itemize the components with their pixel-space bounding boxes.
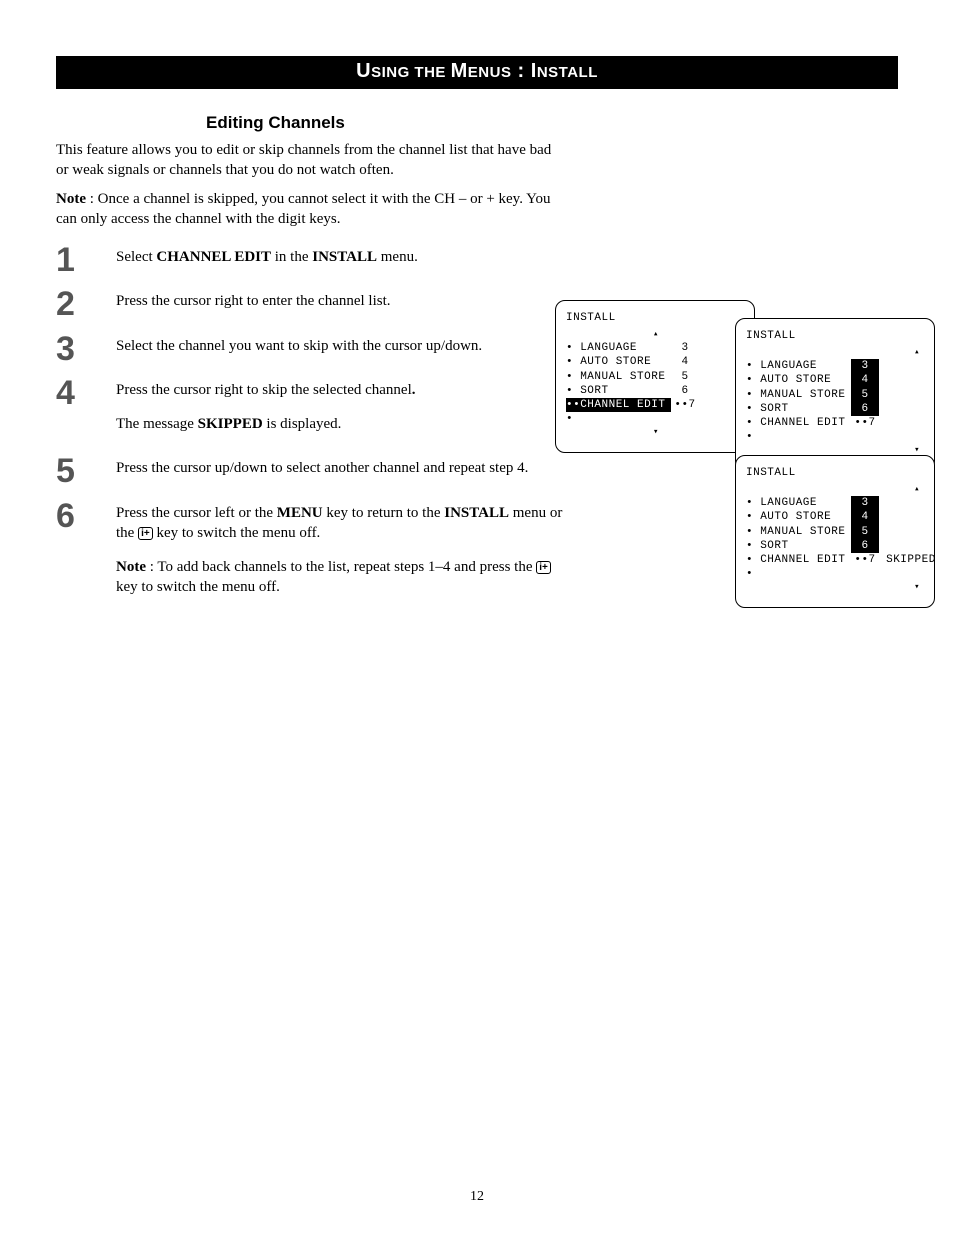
step-6: 6 Press the cursor left or the MENU key … bbox=[56, 499, 566, 612]
osd-screen-1: INSTALL ▴ • LANGUAGE3 • AUTO STORE4 • MA… bbox=[555, 300, 755, 453]
steps-list: 1 Select CHANNEL EDIT in the INSTALL men… bbox=[56, 243, 566, 612]
step-1: 1 Select CHANNEL EDIT in the INSTALL men… bbox=[56, 243, 566, 281]
info-icon: i+ bbox=[138, 527, 153, 540]
step-5: 5 Press the cursor up/down to select ano… bbox=[56, 454, 566, 492]
step-number: 5 bbox=[56, 454, 116, 488]
title-word-U: U bbox=[356, 60, 371, 82]
intro-paragraph-1: This feature allows you to edit or skip … bbox=[56, 141, 566, 180]
info-icon: i+ bbox=[536, 561, 551, 574]
intro-block: This feature allows you to edit or skip … bbox=[56, 141, 566, 229]
step-3: 3 Select the channel you want to skip wi… bbox=[56, 332, 566, 370]
step-number: 3 bbox=[56, 332, 116, 366]
step-number: 1 bbox=[56, 243, 116, 277]
step-number: 4 bbox=[56, 376, 116, 410]
step-number: 6 bbox=[56, 499, 116, 533]
step-4: 4 Press the cursor right to skip the sel… bbox=[56, 376, 566, 449]
step-2: 2 Press the cursor right to enter the ch… bbox=[56, 287, 566, 325]
osd-screen-3: INSTALL ▴ • LANGUAGE3 • AUTO STORE4 • MA… bbox=[735, 455, 935, 608]
osd-screen-2: INSTALL ▴ • LANGUAGE3 • AUTO STORE4 • MA… bbox=[735, 318, 935, 471]
osd-illustrations: INSTALL ▴ • LANGUAGE3 • AUTO STORE4 • MA… bbox=[555, 300, 915, 465]
page-number: 12 bbox=[0, 1189, 954, 1205]
step-number: 2 bbox=[56, 287, 116, 321]
page-title-bar: USING THE MENUS : INSTALL bbox=[56, 56, 898, 89]
section-heading: Editing Channels bbox=[56, 113, 898, 133]
intro-paragraph-2: Note : Once a channel is skipped, you ca… bbox=[56, 190, 566, 229]
